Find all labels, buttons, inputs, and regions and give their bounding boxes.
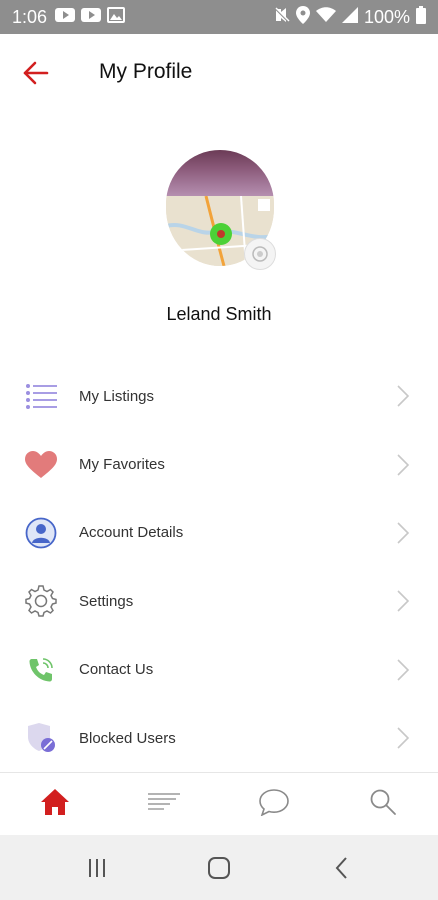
battery-percent: 100%	[363, 6, 410, 27]
chat-icon	[258, 788, 289, 821]
recent-apps-icon[interactable]	[82, 853, 112, 883]
youtube-notification-icon	[55, 7, 76, 27]
location-icon	[295, 5, 310, 29]
menu-item-blocked-users[interactable]: Blocked Users	[0, 704, 438, 772]
bottom-tab-bar	[0, 773, 438, 835]
status-time: 1:06	[12, 6, 48, 27]
menu-item-account-details[interactable]: Account Details	[0, 499, 438, 567]
menu-item-contact-us[interactable]: Contact Us	[0, 636, 438, 704]
app-bar: My Profile	[0, 34, 438, 112]
list-icon	[22, 377, 60, 415]
phone-icon	[22, 651, 60, 689]
mute-icon	[274, 6, 290, 28]
system-nav-bar	[0, 835, 438, 900]
chevron-right-icon	[396, 726, 410, 750]
status-bar: 1:06 100%	[0, 0, 438, 34]
chevron-right-icon	[396, 658, 410, 682]
profile-name: Leland Smith	[166, 304, 272, 324]
feed-icon	[148, 792, 181, 817]
chevron-right-icon	[396, 453, 410, 477]
menu-item-my-favorites[interactable]: My Favorites	[0, 430, 438, 498]
menu-item-label: My Favorites	[79, 456, 165, 474]
signal-icon	[341, 6, 358, 28]
menu-item-settings[interactable]: Settings	[0, 567, 438, 635]
tab-chat[interactable]	[219, 773, 329, 835]
tab-search[interactable]	[329, 773, 438, 835]
page-title: My Profile	[99, 60, 193, 83]
camera-icon[interactable]	[244, 238, 276, 270]
chevron-right-icon	[396, 384, 410, 408]
menu-item-my-listings[interactable]: My Listings	[0, 362, 438, 430]
menu-item-label: Blocked Users	[79, 729, 176, 747]
back-nav-icon[interactable]	[327, 853, 357, 883]
youtube-notification-icon	[81, 7, 102, 27]
tab-feed[interactable]	[110, 773, 220, 835]
search-icon	[369, 788, 397, 821]
chevron-right-icon	[396, 589, 410, 613]
chevron-right-icon	[396, 521, 410, 545]
profile-menu: My Listings My Favorites Account Details…	[0, 362, 438, 772]
image-notification-icon	[107, 6, 126, 28]
back-arrow-icon[interactable]	[22, 59, 50, 87]
menu-item-label: Settings	[79, 592, 134, 610]
wifi-icon	[315, 6, 336, 28]
user-icon	[22, 514, 60, 552]
heart-icon	[22, 446, 60, 484]
menu-item-label: Account Details	[79, 524, 184, 542]
shield-block-icon	[22, 719, 60, 757]
battery-icon	[416, 5, 426, 29]
menu-item-label: Contact Us	[79, 661, 154, 679]
home-nav-icon[interactable]	[204, 853, 234, 883]
home-icon	[40, 788, 70, 821]
menu-item-label: My Listings	[79, 387, 155, 405]
gear-icon	[22, 582, 60, 620]
profile-avatar[interactable]	[166, 150, 276, 270]
tab-home[interactable]	[0, 773, 110, 835]
